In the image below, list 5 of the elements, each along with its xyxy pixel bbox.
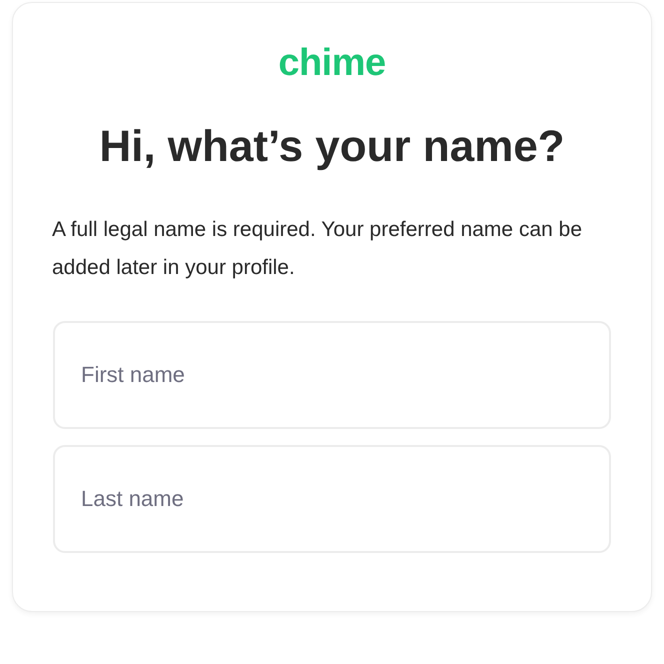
input-field[interactable]: First name bbox=[53, 321, 611, 429]
heading: Hi, what’s your name? bbox=[99, 121, 565, 173]
logo: chime bbox=[278, 43, 386, 83]
description: A full legal name is required. Your preferred name can be added later in your profile. bbox=[52, 217, 583, 281]
input-field[interactable]: Last name bbox=[53, 445, 611, 553]
